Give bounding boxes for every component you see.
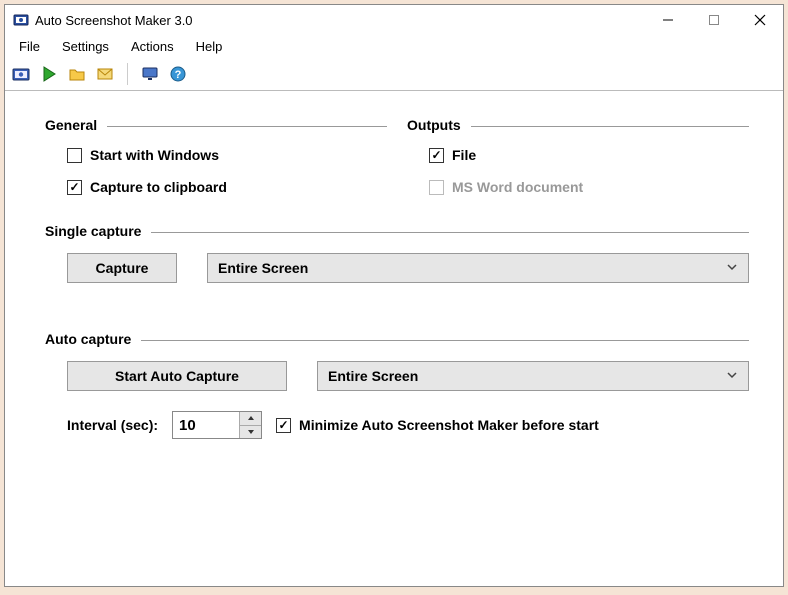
capture-button[interactable]: Capture (67, 253, 177, 283)
capture-clipboard-row[interactable]: Capture to clipboard (45, 179, 387, 195)
single-capture-section: Single capture Capture Entire Screen (45, 223, 749, 283)
svg-text:?: ? (175, 69, 182, 81)
capture-clipboard-label: Capture to clipboard (90, 179, 227, 195)
auto-capture-target-select[interactable]: Entire Screen (317, 361, 749, 391)
monitor-icon[interactable] (140, 64, 160, 84)
capture-clipboard-checkbox[interactable] (67, 180, 82, 195)
auto-capture-legend: Auto capture (45, 331, 131, 347)
play-icon[interactable] (39, 64, 59, 84)
folder-icon[interactable] (67, 64, 87, 84)
minimize-before-start-checkbox[interactable] (276, 418, 291, 433)
general-section: General Start with Windows Capture to cl… (45, 117, 387, 195)
toolbar: ? (5, 57, 783, 91)
minimize-before-start-row[interactable]: Minimize Auto Screenshot Maker before st… (276, 417, 599, 433)
single-capture-legend: Single capture (45, 223, 141, 239)
menu-help[interactable]: Help (186, 37, 233, 56)
window-controls (645, 5, 783, 35)
menu-file[interactable]: File (9, 37, 50, 56)
titlebar: Auto Screenshot Maker 3.0 (5, 5, 783, 35)
toolbar-separator (127, 63, 128, 85)
close-button[interactable] (737, 5, 783, 35)
app-icon (13, 12, 29, 28)
menu-settings[interactable]: Settings (52, 37, 119, 56)
interval-label: Interval (sec): (67, 417, 158, 433)
start-with-windows-row[interactable]: Start with Windows (45, 147, 387, 163)
msword-output-row: MS Word document (407, 179, 749, 195)
auto-capture-section: Auto capture Start Auto Capture Entire S… (45, 331, 749, 439)
minimize-button[interactable] (645, 5, 691, 35)
camera-icon[interactable] (11, 64, 31, 84)
single-capture-target-value: Entire Screen (218, 260, 308, 276)
file-output-row[interactable]: File (407, 147, 749, 163)
interval-input[interactable] (173, 412, 239, 438)
start-auto-capture-button[interactable]: Start Auto Capture (67, 361, 287, 391)
msword-output-label: MS Word document (452, 179, 583, 195)
interval-down-button[interactable] (240, 426, 261, 439)
start-with-windows-checkbox[interactable] (67, 148, 82, 163)
file-output-label: File (452, 147, 476, 163)
interval-spinner[interactable] (172, 411, 262, 439)
interval-up-button[interactable] (240, 412, 261, 426)
msword-output-checkbox (429, 180, 444, 195)
outputs-legend: Outputs (407, 117, 461, 133)
auto-capture-target-value: Entire Screen (328, 368, 418, 384)
file-output-checkbox[interactable] (429, 148, 444, 163)
maximize-button[interactable] (691, 5, 737, 35)
menu-actions[interactable]: Actions (121, 37, 184, 56)
mail-icon[interactable] (95, 64, 115, 84)
menubar: File Settings Actions Help (5, 35, 783, 57)
app-window: Auto Screenshot Maker 3.0 File Settings … (4, 4, 784, 587)
start-with-windows-label: Start with Windows (90, 147, 219, 163)
chevron-down-icon (726, 368, 738, 384)
window-title: Auto Screenshot Maker 3.0 (35, 13, 645, 28)
content-area: General Start with Windows Capture to cl… (5, 91, 783, 586)
help-icon[interactable]: ? (168, 64, 188, 84)
minimize-before-start-label: Minimize Auto Screenshot Maker before st… (299, 417, 599, 433)
single-capture-target-select[interactable]: Entire Screen (207, 253, 749, 283)
outputs-section: Outputs File MS Word document (407, 117, 749, 195)
general-legend: General (45, 117, 97, 133)
chevron-down-icon (726, 260, 738, 276)
